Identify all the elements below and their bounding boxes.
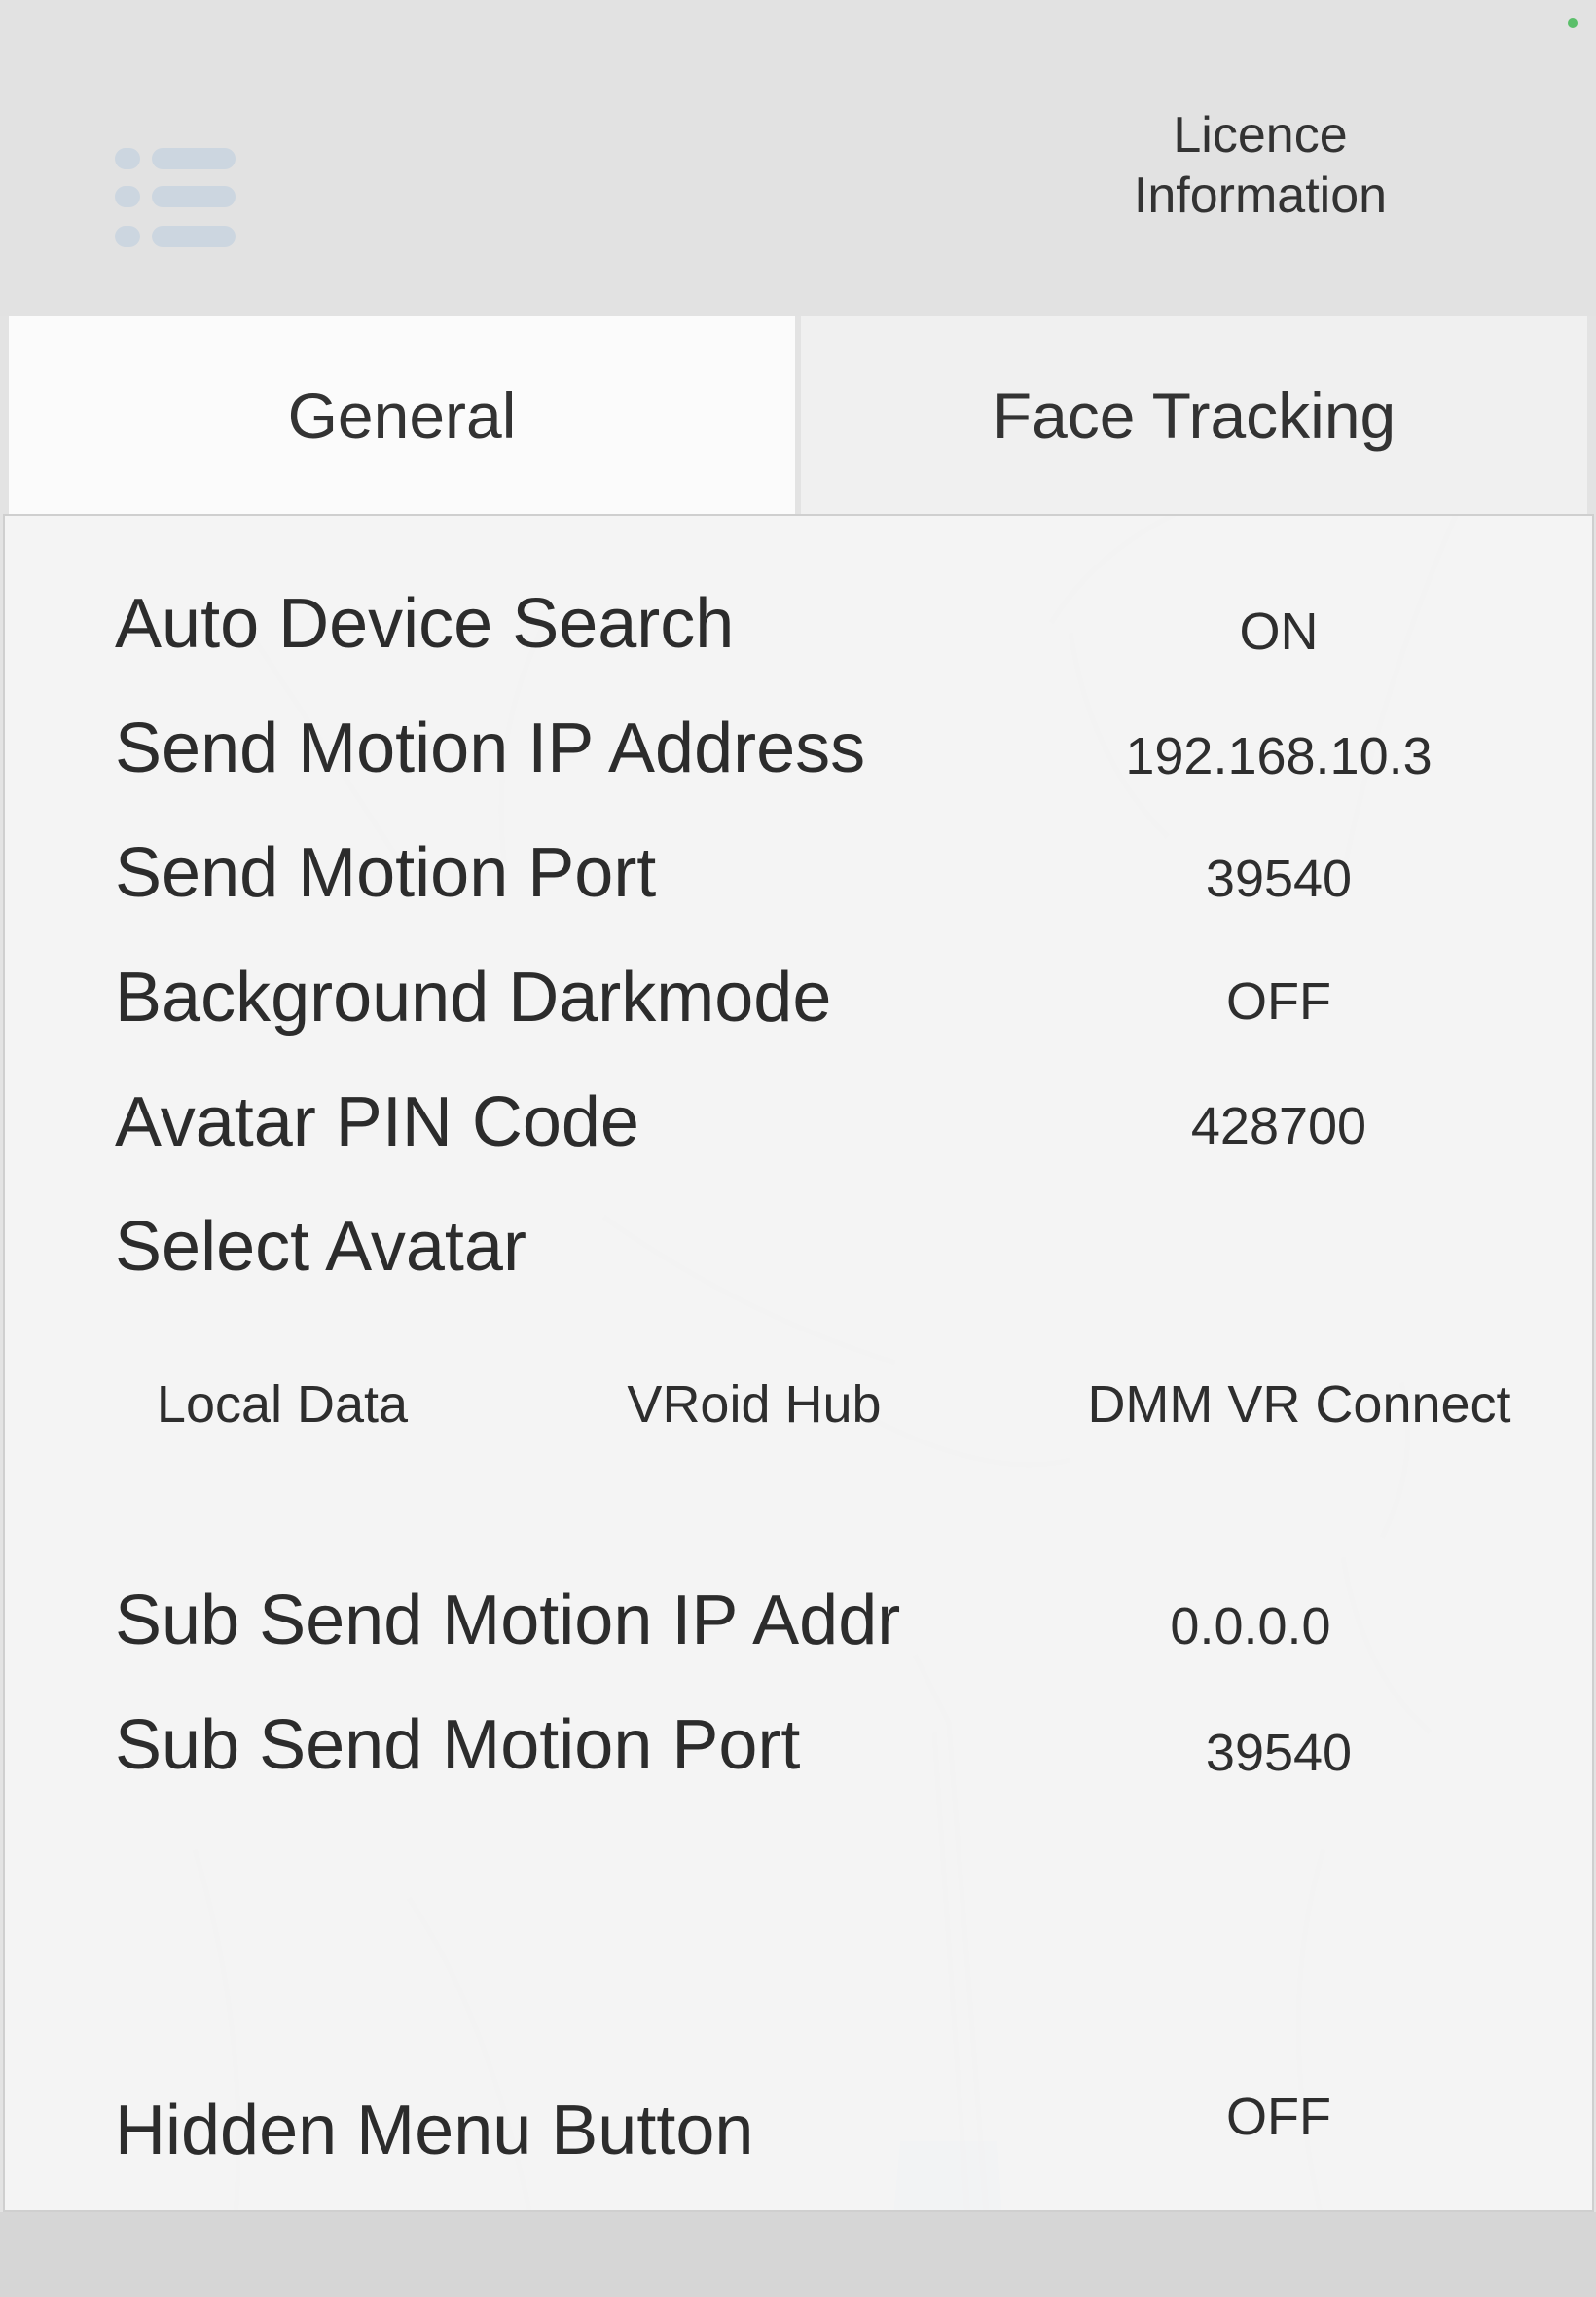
avatar-source-vroid-hub[interactable]: VRoid Hub <box>608 1374 900 1435</box>
general-settings-panel: Auto Device Search ON Send Motion IP Add… <box>3 514 1594 2212</box>
avatar-pin-field[interactable]: 428700 <box>1074 1096 1483 1156</box>
auto-device-search-label: Auto Device Search <box>115 585 735 663</box>
select-avatar-label: Select Avatar <box>115 1208 526 1286</box>
sub-send-motion-ip-field[interactable]: 0.0.0.0 <box>1046 1596 1455 1657</box>
sub-send-motion-ip-label: Sub Send Motion IP Addr <box>115 1582 901 1659</box>
avatar-source-dmm-vr-connect[interactable]: DMM VR Connect <box>1075 1374 1523 1435</box>
licence-information-button[interactable]: Licence Information <box>1080 105 1440 241</box>
send-motion-port-field[interactable]: 39540 <box>1074 849 1483 909</box>
tab-general[interactable]: General <box>9 316 795 514</box>
bottom-bar <box>0 2212 1596 2297</box>
menu-list-icon[interactable] <box>109 144 237 249</box>
send-motion-ip-field[interactable]: 192.168.10.3 <box>1074 726 1483 786</box>
tab-general-label: General <box>287 379 517 452</box>
status-indicator-dot <box>1568 18 1578 28</box>
hidden-menu-button-toggle[interactable]: OFF <box>1074 2087 1483 2147</box>
hidden-menu-button-label: Hidden Menu Button <box>115 2092 754 2169</box>
auto-device-search-toggle[interactable]: ON <box>1074 602 1483 662</box>
send-motion-port-label: Send Motion Port <box>115 834 657 912</box>
send-motion-ip-label: Send Motion IP Address <box>115 710 866 787</box>
app-window: Licence Information General Face Trackin… <box>0 0 1596 2297</box>
avatar-source-local-data[interactable]: Local Data <box>141 1374 423 1435</box>
avatar-pin-label: Avatar PIN Code <box>115 1083 639 1161</box>
sub-send-motion-port-field[interactable]: 39540 <box>1074 1723 1483 1783</box>
tab-face-tracking-label: Face Tracking <box>992 379 1396 452</box>
tab-face-tracking[interactable]: Face Tracking <box>801 316 1587 514</box>
licence-information-label: Licence Information <box>1133 107 1388 224</box>
background-darkmode-toggle[interactable]: OFF <box>1074 971 1483 1032</box>
background-darkmode-label: Background Darkmode <box>115 959 832 1037</box>
sub-send-motion-port-label: Sub Send Motion Port <box>115 1706 801 1784</box>
